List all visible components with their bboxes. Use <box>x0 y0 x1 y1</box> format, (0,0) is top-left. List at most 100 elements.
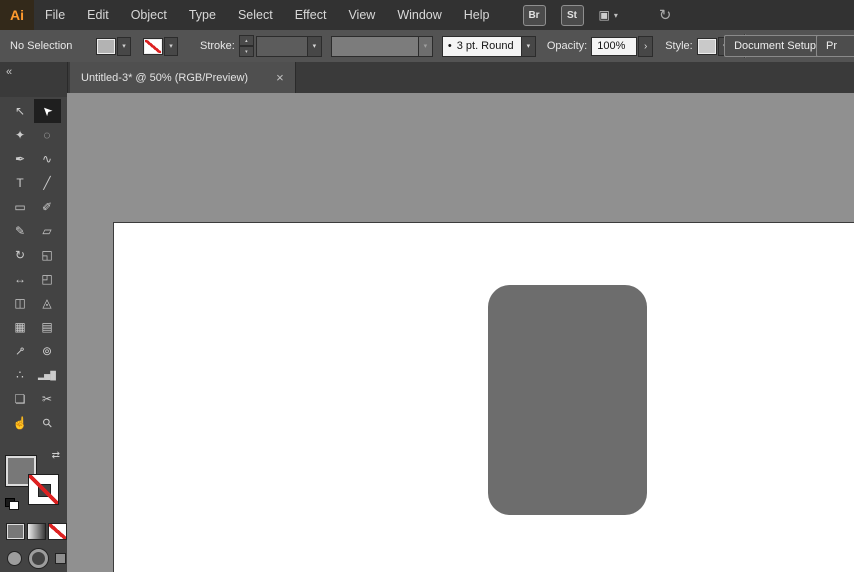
scale-tool[interactable]: ◱ <box>34 243 61 267</box>
magic-wand-icon: ✦ <box>14 128 26 142</box>
gradient-icon: ▤ <box>41 320 53 334</box>
mesh-tool[interactable]: ▦ <box>7 315 34 339</box>
stroke-weight-stepper[interactable]: ▴ ▾ <box>238 35 254 57</box>
eraser-tool[interactable]: ▱ <box>34 219 61 243</box>
stroke-weight-value <box>257 37 307 56</box>
line-segment-tool[interactable]: ╱ <box>34 171 61 195</box>
slice-tool[interactable]: ✂ <box>34 387 61 411</box>
variable-width-profile-value <box>332 37 418 56</box>
stock-icon[interactable]: St <box>560 4 584 26</box>
symbol-sprayer-tool[interactable]: ∴ <box>7 363 34 387</box>
pen-tool[interactable]: ✒ <box>7 147 34 171</box>
selection-tool-icon: ↖ <box>14 104 26 118</box>
lasso-tool[interactable]: ◌ <box>34 123 61 147</box>
canvas-area[interactable] <box>67 93 854 572</box>
close-icon[interactable]: × <box>276 71 284 84</box>
menu-object[interactable]: Object <box>120 0 178 30</box>
brush-definition-value: • 3 pt. Round <box>443 37 521 56</box>
brush-definition-combo[interactable]: • 3 pt. Round ▾ <box>441 35 536 57</box>
draw-normal-mode-icon[interactable] <box>7 551 22 566</box>
collapse-panel-icon[interactable]: « <box>6 66 12 78</box>
tools-panel: « ↖ ➤ ✦ ◌ ✒ ∿ T ╱ ▭ ✐ ✎ ▱ ↻ ◱ ↔ ◰ ◫ ◬ ▦ … <box>0 62 68 572</box>
opacity-label[interactable]: Opacity: <box>547 40 587 52</box>
stroke-weight-combo[interactable]: ▾ <box>255 35 322 57</box>
menu-view[interactable]: View <box>337 0 386 30</box>
style-swatch[interactable] <box>696 37 717 55</box>
line-segment-icon: ╱ <box>43 176 51 190</box>
chevron-down-icon: ▾ <box>417 36 432 56</box>
column-graph-tool[interactable]: ▂▅█ <box>34 363 61 387</box>
perspective-grid-tool[interactable]: ◬ <box>34 291 61 315</box>
menu-file[interactable]: File <box>34 0 76 30</box>
fill-dropdown-button[interactable]: ▾ <box>117 36 131 56</box>
gradient-button[interactable] <box>27 523 46 540</box>
menu-effect[interactable]: Effect <box>284 0 338 30</box>
stroke-none-swatch[interactable] <box>143 37 163 55</box>
bridge-icon[interactable]: Br <box>522 4 546 26</box>
none-slash-icon <box>29 475 58 504</box>
type-icon: T <box>16 176 24 190</box>
curvature-tool[interactable]: ∿ <box>34 147 61 171</box>
blend-tool[interactable]: ⊚ <box>34 339 61 363</box>
eyedropper-tool[interactable]: ⊸ <box>7 339 34 363</box>
chevron-right-icon: › <box>644 40 648 52</box>
style-label[interactable]: Style: <box>665 40 693 52</box>
default-fill-stroke-icon[interactable] <box>5 498 19 510</box>
color-mode-buttons <box>6 523 67 540</box>
lasso-icon: ◌ <box>43 128 51 142</box>
fill-control: ▾ <box>96 36 131 56</box>
shape-builder-tool[interactable]: ◫ <box>7 291 34 315</box>
menu-type[interactable]: Type <box>178 0 227 30</box>
drawing-mode-buttons <box>7 549 67 568</box>
menu-help[interactable]: Help <box>453 0 501 30</box>
rotate-tool[interactable]: ↻ <box>7 243 34 267</box>
paintbrush-tool[interactable]: ✐ <box>34 195 61 219</box>
stepper-up-icon[interactable]: ▴ <box>238 35 254 46</box>
none-button[interactable] <box>48 523 67 540</box>
stepper-down-icon[interactable]: ▾ <box>238 46 254 57</box>
zoom-tool[interactable]: ⚲ <box>34 411 61 435</box>
gradient-tool[interactable]: ▤ <box>34 315 61 339</box>
scale-icon: ◱ <box>41 248 53 262</box>
stroke-weight-label[interactable]: Stroke: <box>200 40 235 52</box>
color-button[interactable] <box>6 523 25 540</box>
tools-panel-header: « <box>0 62 67 97</box>
slice-icon: ✂ <box>41 392 53 406</box>
canvas-shape[interactable] <box>488 285 647 515</box>
direct-selection-tool[interactable]: ➤ <box>33 99 61 123</box>
artboard-tool[interactable]: ❏ <box>7 387 34 411</box>
zoom-icon: ⚲ <box>38 414 56 432</box>
document-tab[interactable]: Untitled-3* @ 50% (RGB/Preview) × <box>70 62 296 93</box>
opacity-input[interactable]: 100% <box>591 36 638 56</box>
chevron-down-icon: ▾ <box>169 43 173 50</box>
menu-edit[interactable]: Edit <box>76 0 120 30</box>
opacity-chevron-button[interactable]: › <box>638 35 654 57</box>
type-tool[interactable]: T <box>7 171 34 195</box>
mesh-icon: ▦ <box>14 320 26 334</box>
default-stroke-mini <box>9 501 19 510</box>
document-tab-bar: Untitled-3* @ 50% (RGB/Preview) × <box>67 62 854 93</box>
stroke-indicator[interactable] <box>28 474 59 505</box>
document-setup-button[interactable]: Document Setup <box>724 35 826 57</box>
swap-fill-stroke-icon[interactable]: ⇄ <box>52 450 60 461</box>
sync-icon[interactable]: ↻ <box>659 6 672 24</box>
menu-window[interactable]: Window <box>386 0 452 30</box>
rectangle-tool[interactable]: ▭ <box>7 195 34 219</box>
hand-tool[interactable]: ☝ <box>7 411 34 435</box>
selection-tool[interactable]: ↖ <box>7 99 34 123</box>
stroke-dropdown-button[interactable]: ▾ <box>164 36 178 56</box>
workspace-switcher[interactable]: ▣ ▾ <box>599 8 618 22</box>
width-tool[interactable]: ↔ <box>7 267 34 291</box>
fill-stroke-indicator: ⇄ <box>5 450 61 510</box>
screen-mode-icon[interactable] <box>55 553 66 564</box>
pencil-tool[interactable]: ✎ <box>7 219 34 243</box>
perspective-grid-icon: ◬ <box>42 296 52 310</box>
brush-preview-dot: • <box>447 40 452 52</box>
menu-select[interactable]: Select <box>227 0 284 30</box>
magic-wand-tool[interactable]: ✦ <box>7 123 34 147</box>
free-transform-tool[interactable]: ◰ <box>34 267 61 291</box>
draw-behind-mode-icon[interactable] <box>29 549 48 568</box>
variable-width-profile-combo[interactable]: ▾ <box>330 35 433 57</box>
preferences-button[interactable]: Pr <box>816 35 854 57</box>
fill-swatch[interactable] <box>96 37 116 55</box>
